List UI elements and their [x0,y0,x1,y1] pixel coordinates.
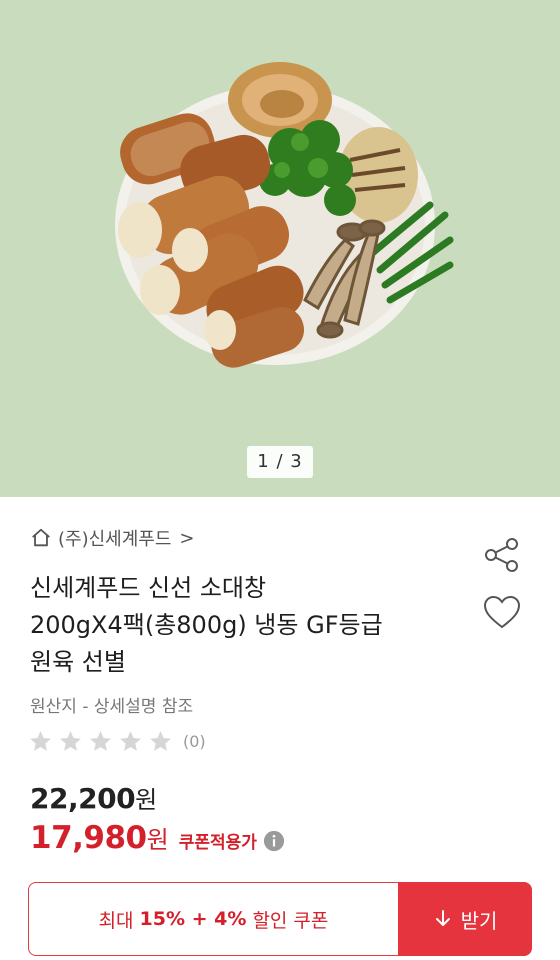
coupon-price: 17,980 원 쿠폰적용가 [30,820,285,856]
star-icon [60,731,81,751]
sale-price-amount: 17,980 [30,820,147,856]
coupon-suffix: 할인 쿠폰 [252,909,329,932]
heart-icon [483,595,521,629]
star-icon [30,731,51,751]
star-icon [150,731,171,751]
info-icon[interactable] [263,830,285,852]
share-icon [485,538,518,572]
rating[interactable]: (0) [28,729,206,754]
product-image-gallery[interactable]: 1 / 3 [0,0,560,497]
sale-price-unit: 원 [146,826,169,854]
seller-link[interactable]: (주)신세계푸드 > [30,524,195,552]
coupon-applied-label: 쿠폰적용가 [178,833,257,853]
product-title-line: 200gX4팩(총800g) 냉동 GF등급 [30,611,383,639]
origin-info: 원산지 - 상세설명 참조 [30,697,194,717]
coupon-prefix: 최대 [98,909,134,932]
star-icon [120,731,141,751]
original-price-amount: 22,200 [30,782,136,815]
gallery-page-indicator: 1 / 3 [247,446,313,478]
chevron-right-icon: > [179,527,195,549]
product-title: 신세계푸드 신선 소대창 200gX4팩(총800g) 냉동 GF등급 원육 선… [30,570,460,681]
seller-name: (주)신세계푸드 [58,529,172,550]
home-icon [32,528,50,547]
star-icon [90,731,111,751]
download-arrow-icon [435,910,450,926]
review-count: (0) [183,732,206,751]
product-title-line: 신세계푸드 신선 소대창 [30,574,267,602]
receive-coupon-button[interactable]: 받기 [398,882,532,956]
coupon-banner[interactable]: 최대 15% + 4% 할인 쿠폰 [28,882,398,956]
share-button[interactable] [482,535,522,575]
original-price: 22,200원 [30,780,157,815]
product-title-line: 원육 선별 [30,648,126,676]
wishlist-button[interactable] [482,593,522,633]
original-price-unit: 원 [135,786,157,814]
receive-button-label: 받기 [460,908,498,933]
coupon-discount: 15% + 4% [139,908,247,930]
product-photo [115,62,454,368]
